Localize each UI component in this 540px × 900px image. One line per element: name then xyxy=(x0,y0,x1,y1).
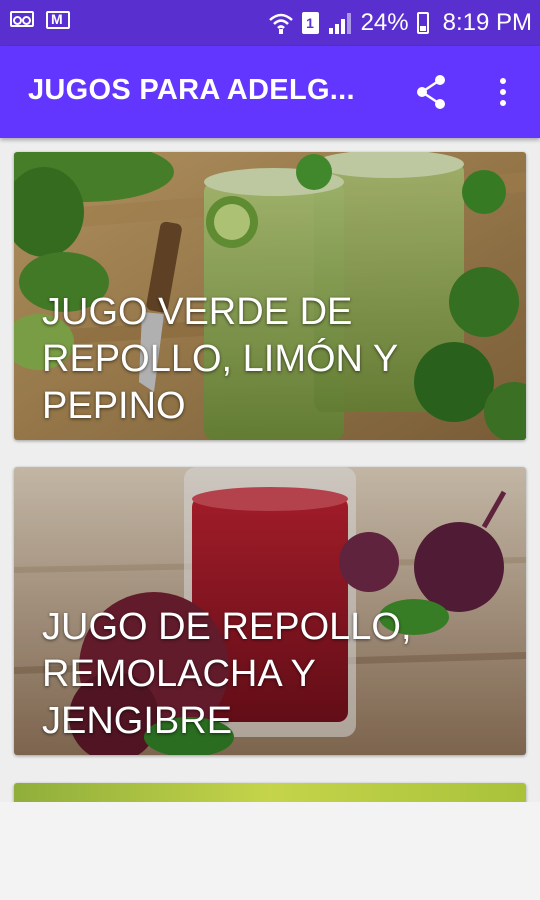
signal-icon xyxy=(328,13,351,34)
app-title: JUGOS PARA ADELG... xyxy=(28,74,355,106)
status-bar: 1 24% 8:19 PM xyxy=(0,0,540,46)
app-bar: JUGOS PARA ADELG... xyxy=(0,46,540,138)
card-title: JUGO DE REPOLLO, REMOLACHA Y JENGIBRE xyxy=(42,606,412,742)
sim-icon: 1 xyxy=(301,12,319,34)
share-icon xyxy=(417,75,445,109)
card-title: JUGO VERDE DE REPOLLO, LIMÓN Y PEPINO xyxy=(42,291,398,427)
wifi-calling-icon xyxy=(268,13,293,34)
gmail-icon xyxy=(46,11,70,29)
battery-percent: 24% xyxy=(360,9,409,36)
clock: 8:19 PM xyxy=(442,9,532,36)
share-button[interactable] xyxy=(410,72,454,112)
battery-icon xyxy=(416,12,429,34)
bottom-area xyxy=(0,802,540,900)
voicemail-icon xyxy=(10,11,34,27)
recipe-card[interactable]: JUGO DE REPOLLO, REMOLACHA Y JENGIBRE xyxy=(14,467,526,755)
more-options-button[interactable] xyxy=(486,72,520,112)
recipe-card[interactable]: JUGO VERDE DE REPOLLO, LIMÓN Y PEPINO xyxy=(14,152,526,440)
